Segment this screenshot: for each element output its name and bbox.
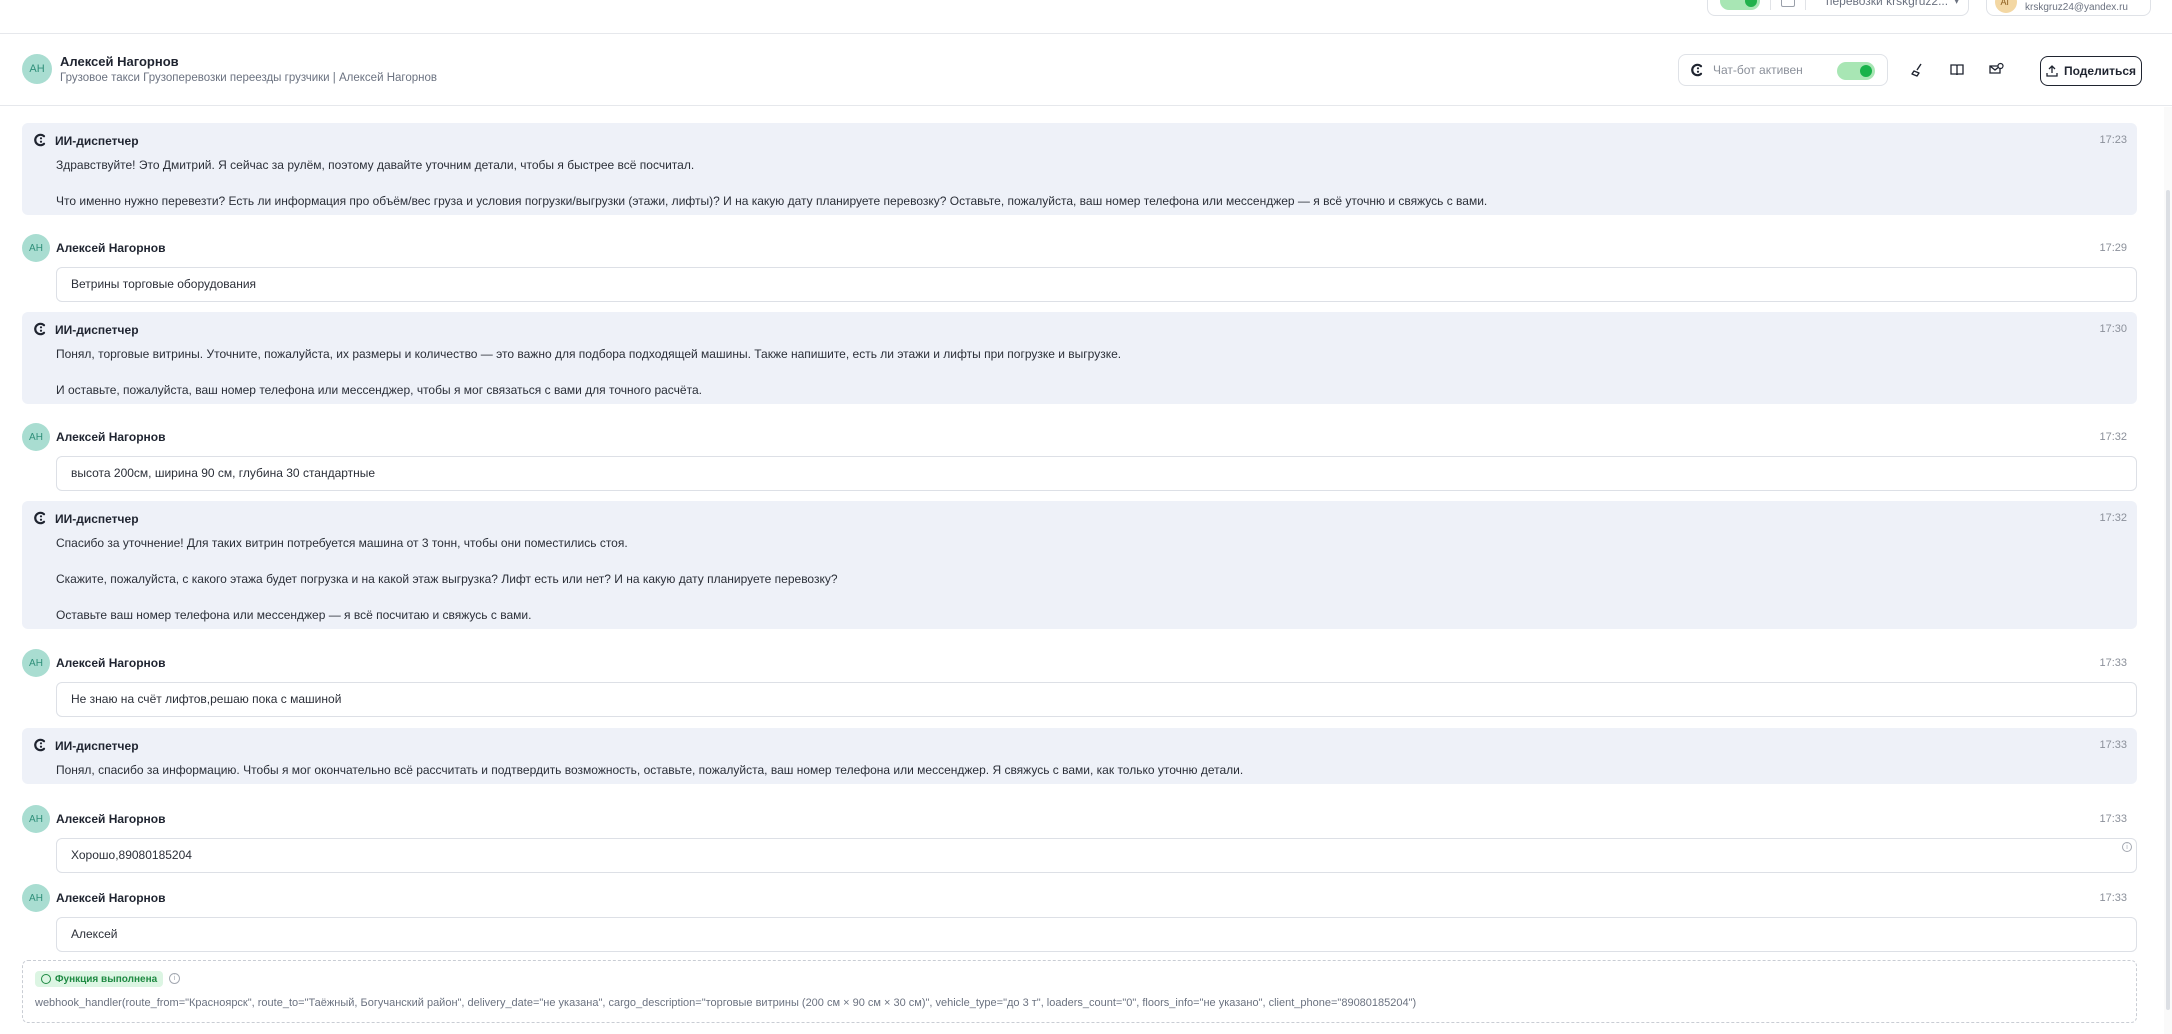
bot-message: ИИ-диспетчер 17:23 Здравствуйте! Это Дми… [22,123,2137,215]
avatar: АН [22,805,50,833]
function-call-code: webhook_handler(route_from="Красноярск",… [35,997,1417,1009]
chat-header: АН Алексей Нагорнов Грузовое такси Грузо… [0,34,2172,106]
function-call-card: Функция выполнена i webhook_handler(rout… [22,960,2137,1023]
divider [1805,0,1806,10]
message-line: И оставьте, пожалуйста, ваш номер телефо… [56,383,702,397]
contact-name: Алексей Нагорнов [60,54,179,69]
message-time: 17:23 [2099,134,2127,146]
message-time: 17:32 [2099,512,2127,524]
user-email: krskgruz24@yandex.ru [2025,1,2128,13]
project-selector[interactable]: перевозки krskgruz2... ▾ [1707,0,1969,16]
message-time: 17:33 [2099,813,2127,825]
scrollbar-thumb[interactable] [2166,190,2170,1010]
message-time: 17:33 [2099,657,2127,669]
message-author: ИИ-диспетчер [55,323,139,337]
message-line: Понял, торговые витрины. Уточните, пожал… [56,347,1122,361]
avatar: АН [22,234,50,262]
message-line: Здравствуйте! Это Дмитрий. Я сейчас за р… [56,158,695,172]
message-author: ИИ-диспетчер [55,134,139,148]
bot-status-label: Чат-бот активен [1713,63,1803,77]
message-text: высота 200см, ширина 90 см, глубина 30 с… [56,456,2137,491]
broom-icon[interactable] [1906,58,1930,82]
message-time: 17:33 [2099,739,2127,751]
user-message: АН Алексей Нагорнов 17:29 Ветрины торгов… [22,234,2137,304]
avatar: АН [22,423,50,451]
divider [1770,0,1771,10]
bot-message: ИИ-диспетчер 17:30 Понял, торговые витри… [22,312,2137,404]
message-time: 17:32 [2099,431,2127,443]
contact-subtitle: Грузовое такси Грузоперевозки переезды г… [60,72,437,84]
mail-check-icon[interactable] [1984,58,2008,82]
message-time: 17:33 [2099,892,2127,904]
bot-logo-icon [1691,63,1703,77]
message-author: Алексей Нагорнов [56,241,166,255]
upload-icon [2046,65,2058,77]
bot-message: ИИ-диспетчер 17:32 Спасибо за уточнение!… [22,501,2137,629]
bot-logo-icon [34,511,46,525]
message-line: Понял, спасибо за информацию. Чтобы я мо… [56,763,1244,777]
message-time: 17:29 [2099,242,2127,254]
calendar-icon[interactable] [1781,0,1795,7]
bot-message: ИИ-диспетчер 17:33 Понял, спасибо за инф… [22,728,2137,784]
message-author: Алексей Нагорнов [56,656,166,670]
message-text: Хорошо,89080185204 i [56,838,2137,873]
status-badge-label: Функция выполнена [55,973,158,985]
message-author: ИИ-диспетчер [55,739,139,753]
message-author: Алексей Нагорнов [56,891,166,905]
chevron-down-icon: ▾ [1954,0,1960,7]
project-label: перевозки krskgruz2... [1826,0,1949,8]
book-icon[interactable] [1945,58,1969,82]
share-label: Поделиться [2063,64,2137,78]
user-message: АН Алексей Нагорнов 17:32 высота 200см, … [22,423,2137,493]
message-text: Спасибо за уточнение! Для таких витрин п… [56,534,838,624]
message-time: 17:30 [2099,323,2127,335]
message-text: Здравствуйте! Это Дмитрий. Я сейчас за р… [56,156,1487,210]
message-author: Алексей Нагорнов [56,812,166,826]
info-icon[interactable]: i [2122,842,2132,852]
app-topbar: перевозки krskgruz2... ▾ АГ krskgruz24@y… [0,0,2172,34]
bot-status: Чат-бот активен [1678,54,1888,86]
check-circle-icon [41,974,51,984]
message-author: Алексей Нагорнов [56,430,166,444]
bot-logo-icon [34,322,46,336]
bot-logo-icon [34,738,46,752]
message-list: ИИ-диспетчер 17:23 Здравствуйте! Это Дми… [0,107,2172,1034]
avatar: АН [22,54,52,84]
share-button[interactable]: Поделиться [2040,56,2142,86]
message-line: Скажите, пожалуйста, с какого этажа буде… [56,572,838,586]
bot-logo-icon [34,133,46,147]
message-line: Спасибо за уточнение! Для таких витрин п… [56,536,628,550]
avatar: АН [22,649,50,677]
avatar: АН [22,884,50,912]
user-message: АН Алексей Нагорнов 17:33 Не знаю на счё… [22,649,2137,719]
status-badge: Функция выполнена [35,971,164,987]
user-message: АН Алексей Нагорнов 17:33 Алексей [22,884,2137,954]
message-line: Оставьте ваш номер телефона или мессендж… [56,608,532,622]
avatar: АГ [1995,0,2017,13]
message-text: Алексей [56,917,2137,952]
info-icon[interactable]: i [169,973,180,984]
message-line: Что именно нужно перевезти? Есть ли инфо… [56,194,1488,208]
message-text: Понял, спасибо за информацию. Чтобы я мо… [56,761,1243,779]
user-menu[interactable]: АГ krskgruz24@yandex.ru [1986,0,2151,16]
bot-active-toggle[interactable] [1837,62,1875,80]
message-text-value: Хорошо,89080185204 [71,848,192,862]
project-toggle[interactable] [1720,0,1760,10]
message-author: ИИ-диспетчер [55,512,139,526]
message-text: Не знаю на счёт лифтов,решаю пока с маши… [56,682,2137,717]
message-text: Понял, торговые витрины. Уточните, пожал… [56,345,1121,399]
user-message: АН Алексей Нагорнов 17:33 Хорошо,8908018… [22,805,2137,875]
message-text: Ветрины торговые оборудования [56,267,2137,302]
